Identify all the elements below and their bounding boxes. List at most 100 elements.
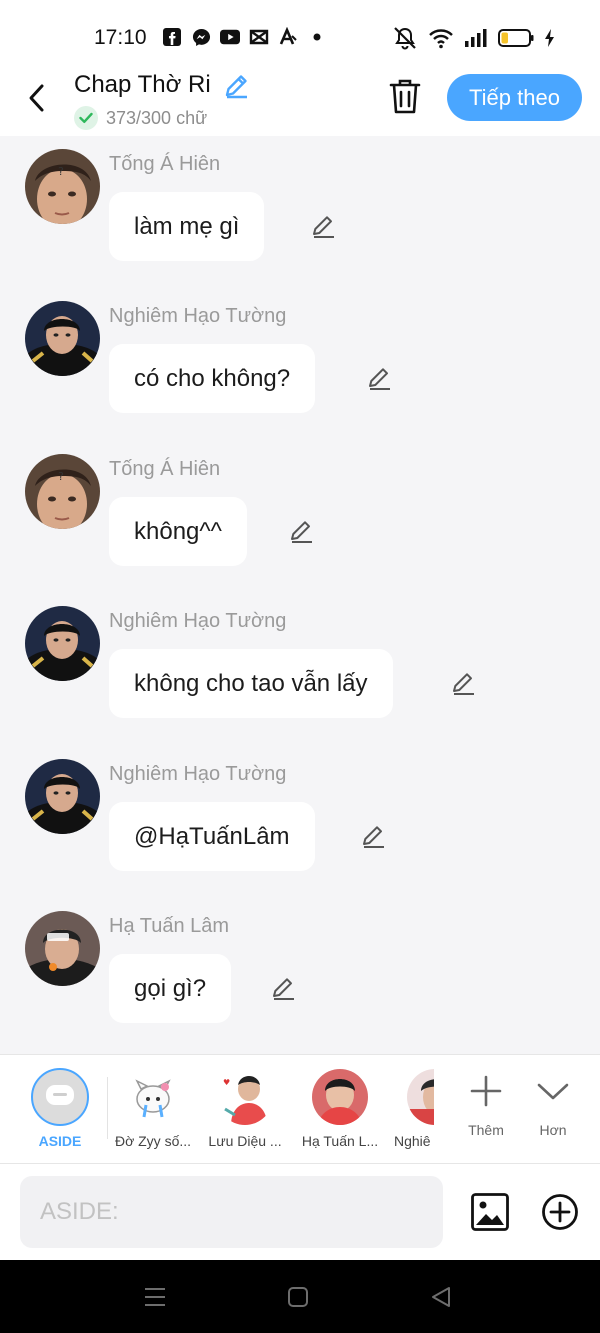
character-avatar [407,1069,434,1125]
message-row: ? Tống Á Hiên không^^ [0,441,600,591]
plus-icon [466,1071,506,1111]
square-icon [288,1287,308,1307]
message-bubble[interactable]: không cho tao vẫn lấy [109,649,393,718]
svg-text:?: ? [58,165,64,178]
signal-icon [464,28,488,53]
chapter-title: Chap Thờ Ri [74,71,211,98]
character-avatar [125,1069,181,1125]
image-icon [471,1193,509,1231]
back-nav-button[interactable] [425,1282,457,1312]
input-bar [0,1164,600,1260]
edit-title-button[interactable] [222,70,252,100]
message-bubble[interactable]: gọi gì? [109,954,232,1023]
delete-button[interactable] [387,76,423,116]
notification-icons [162,27,327,47]
character-chip[interactable]: Đờ Zyy số... [108,1065,198,1160]
sender-name: Nghiêm Hạo Tường [109,610,287,632]
pencil-icon [313,216,334,238]
edit-message-button[interactable] [360,822,388,850]
sender-name: Nghiêm Hạo Tường [109,305,287,327]
aside-avatar [31,1068,89,1126]
message-bubble[interactable]: làm mẹ gì [109,192,265,261]
editor-header: Chap Thờ Ri 373/300 chữ Tiếp theo [0,68,600,136]
message-row: Nghiêm Hạo Tường có cho không? [0,288,600,438]
edit-message-button[interactable] [288,517,316,545]
dot-icon [307,27,327,47]
message-input[interactable] [20,1176,443,1248]
chevron-left-icon [29,84,44,112]
recent-apps-button[interactable] [139,1282,171,1312]
sender-name: Nghiêm Hạo Tường [109,763,287,785]
character-label: Hạ Tuấn L... [301,1133,379,1149]
speech-bubble-icon [46,1085,74,1105]
chevron-down-icon [533,1071,573,1111]
pencil-icon [225,75,247,99]
avatar-nghiem-hao-tuong[interactable] [25,759,100,834]
edit-message-button[interactable] [450,669,478,697]
pencil-icon [291,521,312,543]
message-row: ? Tống Á Hiên làm mẹ gì [0,136,600,286]
message-row: Nghiêm Hạo Tường không cho tao vẫn lấy [0,593,600,743]
trash-icon [389,79,421,114]
message-row: Nghiêm Hạo Tường @HạTuấnLâm [0,746,600,896]
back-button[interactable] [20,78,54,118]
more-label: Hơn [539,1122,567,1138]
edit-message-button[interactable] [366,364,394,392]
add-button[interactable] [540,1192,580,1232]
word-count: 373/300 chữ [106,107,208,128]
character-avatar [312,1069,368,1125]
character-chip[interactable]: Hạ Tuấn L... [295,1065,385,1160]
charging-icon [544,28,556,53]
character-strip: ASIDE Đờ Zyy số... ♥ Lưu Diệu ... Hạ Tuấ… [0,1054,600,1164]
avatar-nghiem-hao-tuong[interactable] [25,606,100,681]
character-aside[interactable]: ASIDE [15,1065,105,1160]
avatar-tong-a-hien[interactable]: ? [25,149,100,224]
home-button[interactable] [282,1282,314,1312]
character-label: ASIDE [38,1133,82,1149]
system-icons [392,26,556,55]
add-character-button[interactable]: Thêm [458,1067,514,1151]
svg-text:♥: ♥ [223,1078,230,1087]
message-bubble[interactable]: @HạTuấnLâm [109,802,315,871]
message-bubble[interactable]: có cho không? [109,344,316,413]
sender-name: Tống Á Hiên [109,153,221,175]
next-button[interactable]: Tiếp theo [447,74,582,121]
translate-icon [278,27,298,47]
capcut-icon [249,27,269,47]
pencil-icon [273,978,294,1000]
pencil-icon [363,826,384,848]
facebook-icon [162,27,182,47]
check-icon [74,106,98,130]
sender-name: Hạ Tuấn Lâm [109,915,230,937]
navigation-bar [0,1260,600,1333]
avatar-nghiem-hao-tuong[interactable] [25,301,100,376]
add-label: Thêm [468,1122,504,1138]
character-label: Lưu Diệu ... [208,1133,282,1149]
battery-icon [498,28,534,53]
insert-image-button[interactable] [470,1192,510,1232]
messenger-icon [191,27,211,47]
character-avatar: ♥ [217,1069,273,1125]
avatar-ha-tuan-lam[interactable] [25,911,100,986]
status-bar: 17:10 [0,0,600,68]
mute-icon [392,26,418,55]
message-row: Hạ Tuấn Lâm gọi gì? [0,898,600,1048]
word-count-row: 373/300 chữ [74,106,207,130]
youtube-icon [220,27,240,47]
pencil-icon [369,368,390,390]
wifi-icon [428,27,454,54]
character-label: Nghiê [394,1133,431,1149]
sender-name: Tống Á Hiên [109,458,221,480]
svg-text:?: ? [58,470,64,483]
character-chip[interactable]: ♥ Lưu Diệu ... [200,1065,290,1160]
avatar-tong-a-hien[interactable]: ? [25,454,100,529]
character-chip[interactable]: Nghiê [390,1065,434,1160]
edit-message-button[interactable] [270,974,298,1002]
triangle-back-icon [432,1287,450,1307]
character-label: Đờ Zyy số... [114,1133,192,1149]
pencil-icon [453,673,474,695]
message-list: ? Tống Á Hiên làm mẹ gì Nghiêm Hạo Tường… [0,136,600,1054]
edit-message-button[interactable] [310,212,338,240]
message-bubble[interactable]: không^^ [109,497,247,566]
more-button[interactable]: Hơn [525,1067,581,1151]
